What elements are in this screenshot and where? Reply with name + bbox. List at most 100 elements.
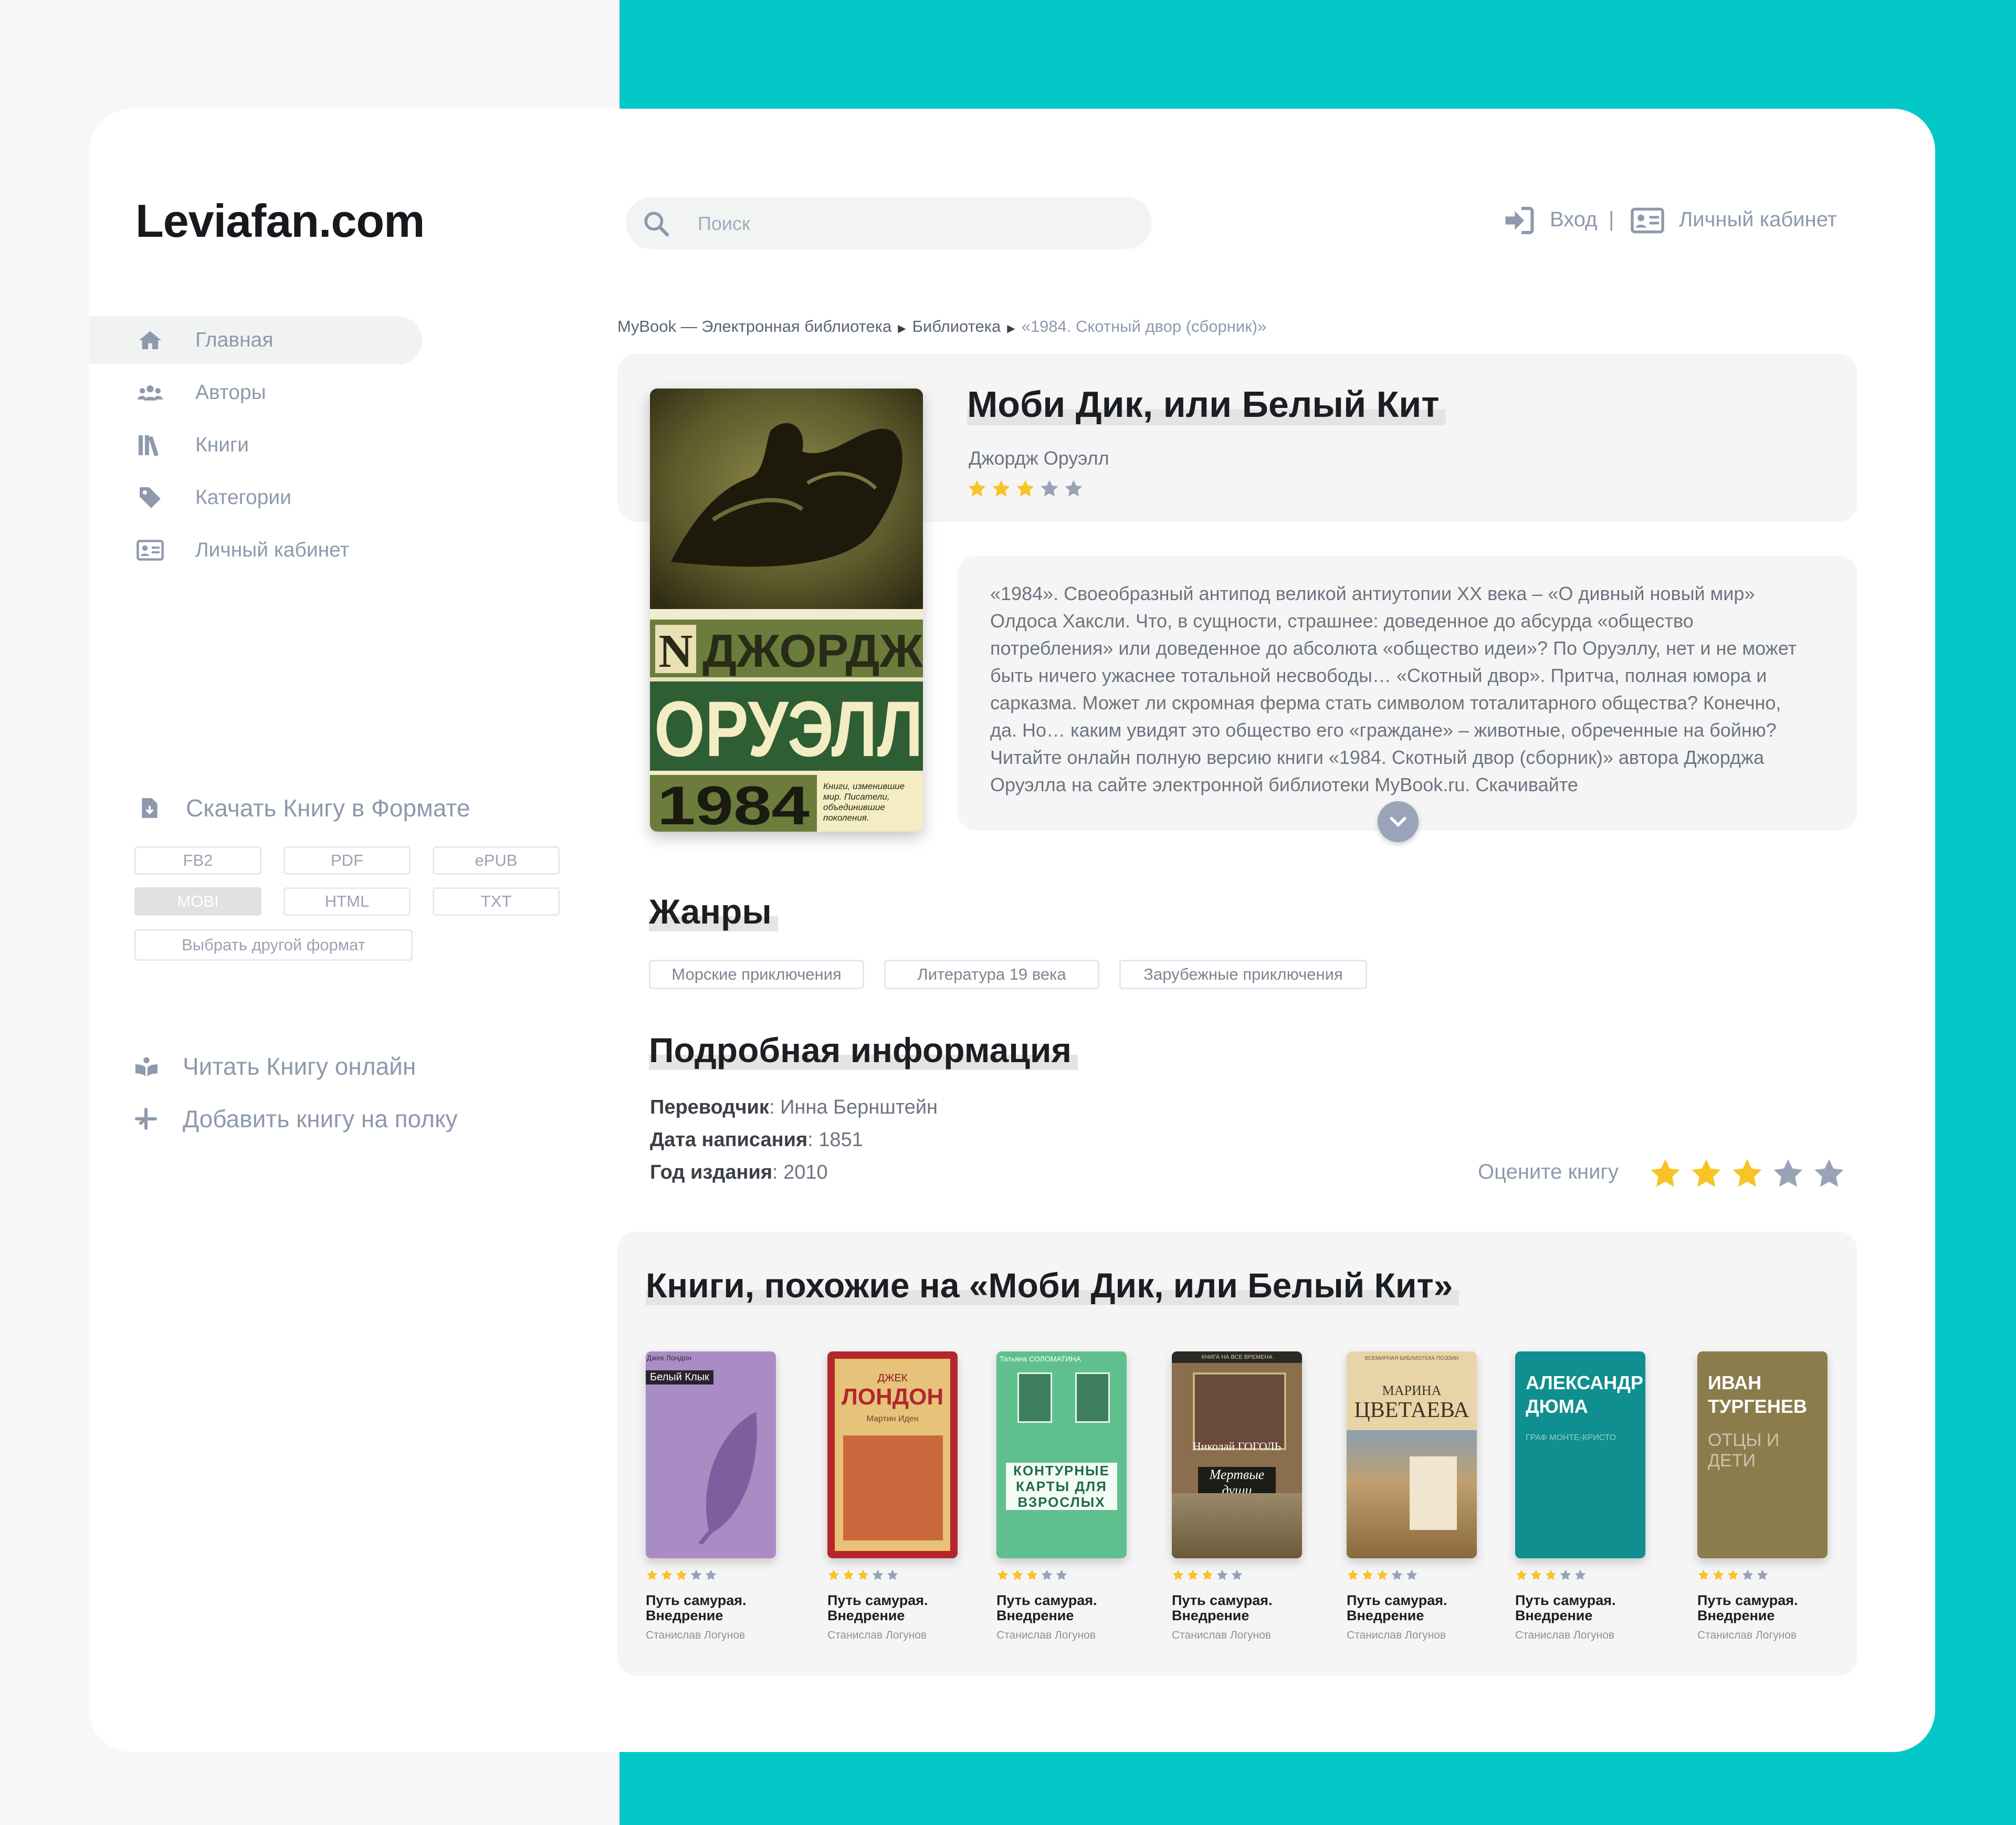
- similar-book-rating: [827, 1569, 901, 1582]
- published-value: 2010: [783, 1161, 828, 1183]
- home-icon: [136, 327, 164, 354]
- sidebar-item-cabinet[interactable]: Личный кабинет: [136, 529, 430, 571]
- cover-title: ЦВЕТАЕВА: [1354, 1398, 1469, 1422]
- star-icon: [1713, 1569, 1724, 1580]
- cover-author: Джек Лондон: [647, 1354, 692, 1362]
- format-html-button[interactable]: HTML: [284, 887, 411, 916]
- star-icon[interactable]: [1812, 1157, 1846, 1191]
- sidebar-item-categories[interactable]: Категории: [136, 477, 430, 519]
- search-bar[interactable]: [626, 197, 1152, 249]
- similar-book-title[interactable]: Путь самурая. Внедрение: [996, 1593, 1133, 1623]
- star-icon[interactable]: [1730, 1157, 1764, 1191]
- similar-book-author: Станислав Логунов: [1347, 1629, 1446, 1641]
- chevron-right-icon: ▶: [898, 323, 906, 334]
- star-icon: [843, 1569, 854, 1580]
- similar-book-cover[interactable]: КНИГА НА ВСЕ ВРЕМЕНА Николай ГОГОЛЬ Мертвы…: [1172, 1351, 1302, 1558]
- book-cover: N ДЖОРДЖ ОРУЭЛЛ 1984 Книги, изменившие м…: [650, 389, 923, 832]
- format-txt-button[interactable]: TXT: [433, 887, 560, 916]
- id-card-icon[interactable]: [1631, 207, 1664, 234]
- star-icon[interactable]: [1771, 1157, 1805, 1191]
- read-online-label: Читать Книгу онлайн: [183, 1053, 416, 1080]
- similar-book-cover[interactable]: Джек Лондон Белый Клык: [646, 1351, 776, 1558]
- sidebar-item-home[interactable]: Главная: [136, 319, 430, 361]
- cover-author: МАРИНА: [1382, 1383, 1442, 1398]
- cover-author: Татьяна СОЛОМАТИНА: [1000, 1355, 1081, 1363]
- star-icon: [1560, 1569, 1571, 1580]
- star-icon: [1202, 1569, 1213, 1580]
- breadcrumb: MyBook — Электронная библиотека ▶ Библиоте…: [617, 317, 1266, 336]
- similar-book-author: Станислав Логунов: [646, 1629, 746, 1641]
- similar-book-cover[interactable]: АЛЕКСАНДР ДЮМА ГРАФ МОНТЕ-КРИСТО: [1515, 1351, 1645, 1558]
- star-icon: [1187, 1569, 1199, 1580]
- cover-subtitle: ГРАФ МОНТЕ-КРИСТО: [1526, 1433, 1616, 1442]
- similar-book-title[interactable]: Путь самурая. Внедрение: [646, 1593, 782, 1623]
- format-pdf-button[interactable]: PDF: [284, 846, 411, 875]
- read-online-link[interactable]: Читать Книгу онлайн: [134, 1052, 416, 1081]
- star-icon: [676, 1569, 687, 1580]
- star-icon: [1231, 1569, 1243, 1580]
- cover-subtitle: Мартин Иден: [866, 1414, 919, 1423]
- cover-author: Николай ГОГОЛЬ: [1192, 1440, 1282, 1453]
- breadcrumb-item[interactable]: MyBook — Электронная библиотека: [617, 317, 891, 335]
- star-icon: [1406, 1569, 1418, 1580]
- similar-book-author: Станислав Логунов: [1697, 1629, 1797, 1641]
- star-icon: [1347, 1569, 1359, 1580]
- star-icon: [1362, 1569, 1373, 1580]
- star-icon: [1727, 1569, 1739, 1580]
- login-link[interactable]: Вход: [1550, 208, 1598, 232]
- star-icon: [992, 480, 1010, 497]
- cover-title: Белый Клык: [646, 1370, 713, 1385]
- star-icon[interactable]: [1689, 1157, 1723, 1191]
- similar-book-rating: [1347, 1569, 1420, 1582]
- similar-book-title[interactable]: Путь самурая. Внедрение: [1697, 1593, 1834, 1623]
- sidebar-item-label: Главная: [195, 329, 274, 351]
- cabinet-link[interactable]: Личный кабинет: [1679, 208, 1837, 232]
- similar-book-title[interactable]: Путь самурая. Внедрение: [827, 1593, 964, 1623]
- star-icon: [968, 480, 986, 497]
- similar-book-author: Станислав Логунов: [827, 1629, 927, 1641]
- written-label: Дата написания: [650, 1129, 808, 1151]
- similar-book-title[interactable]: Путь самурая. Внедрение: [1172, 1593, 1308, 1623]
- cover-author-line: ДЖОРДЖ: [702, 625, 923, 677]
- format-mobi-button[interactable]: MOBI: [134, 887, 261, 916]
- top-nav-separator: |: [1609, 208, 1614, 231]
- format-fb2-button[interactable]: FB2: [134, 846, 261, 875]
- sidebar-item-authors[interactable]: Авторы: [136, 372, 430, 414]
- star-icon: [1216, 1569, 1228, 1580]
- open-book-icon: [135, 1057, 158, 1077]
- similar-book-cover[interactable]: Татьяна СОЛОМАТИНА КОНТУРНЫЕ КАРТЫ ДЛЯ ВЗ…: [996, 1351, 1127, 1558]
- similar-book-title[interactable]: Путь самурая. Внедрение: [1515, 1593, 1652, 1623]
- similar-book-cover[interactable]: ВСЕМИРНАЯ БИБЛИОТЕКА ПОЭЗИИ МАРИНА ЦВЕТАЕВ…: [1347, 1351, 1477, 1558]
- similar-book-rating: [646, 1569, 719, 1582]
- expand-description-button[interactable]: [1378, 801, 1419, 842]
- star-icon[interactable]: [1648, 1157, 1682, 1191]
- similar-book-author: Станислав Логунов: [996, 1629, 1096, 1641]
- genre-tag[interactable]: Морские приключения: [649, 960, 864, 989]
- rate-book-stars[interactable]: [1648, 1157, 1853, 1193]
- similar-book-author: Станислав Логунов: [1515, 1629, 1615, 1641]
- published-row: Год издания: 2010: [650, 1161, 828, 1183]
- star-icon: [661, 1569, 673, 1580]
- genre-tag[interactable]: Зарубежные приключения: [1119, 960, 1367, 989]
- sidebar-item-books[interactable]: Книги: [136, 424, 430, 466]
- translator-label: Переводчик: [650, 1096, 769, 1118]
- similar-book-rating: [996, 1569, 1070, 1582]
- similar-book-title[interactable]: Путь самурая. Внедрение: [1347, 1593, 1483, 1623]
- cover-subtitle: ОТЦЫ И ДЕТИ: [1708, 1430, 1780, 1471]
- star-icon: [1698, 1569, 1709, 1580]
- book-author[interactable]: Джордж Оруэлл: [969, 447, 1109, 469]
- search-input[interactable]: [697, 206, 1129, 241]
- breadcrumb-item[interactable]: Библиотека: [912, 317, 1001, 335]
- star-icon: [872, 1569, 884, 1580]
- site-logo[interactable]: Leviafan.com: [135, 194, 425, 248]
- similar-book-cover[interactable]: ДЖЕК ЛОНДОН Мартин Иден: [827, 1351, 958, 1558]
- genre-tag[interactable]: Литература 19 века: [884, 960, 1099, 989]
- similar-book-cover[interactable]: ИВАН ТУРГЕНЕВ ОТЦЫ И ДЕТИ: [1697, 1351, 1828, 1558]
- star-icon: [1574, 1569, 1586, 1580]
- cover-logo-letter: N: [659, 625, 693, 677]
- add-to-shelf-link[interactable]: Добавить книгу на полку: [134, 1105, 458, 1133]
- login-icon[interactable]: [1503, 206, 1535, 235]
- format-epub-button[interactable]: ePUB: [433, 846, 560, 875]
- other-format-button[interactable]: Выбрать другой формат: [134, 929, 413, 961]
- cover-surname: ОРУЭЛЛ: [654, 685, 923, 773]
